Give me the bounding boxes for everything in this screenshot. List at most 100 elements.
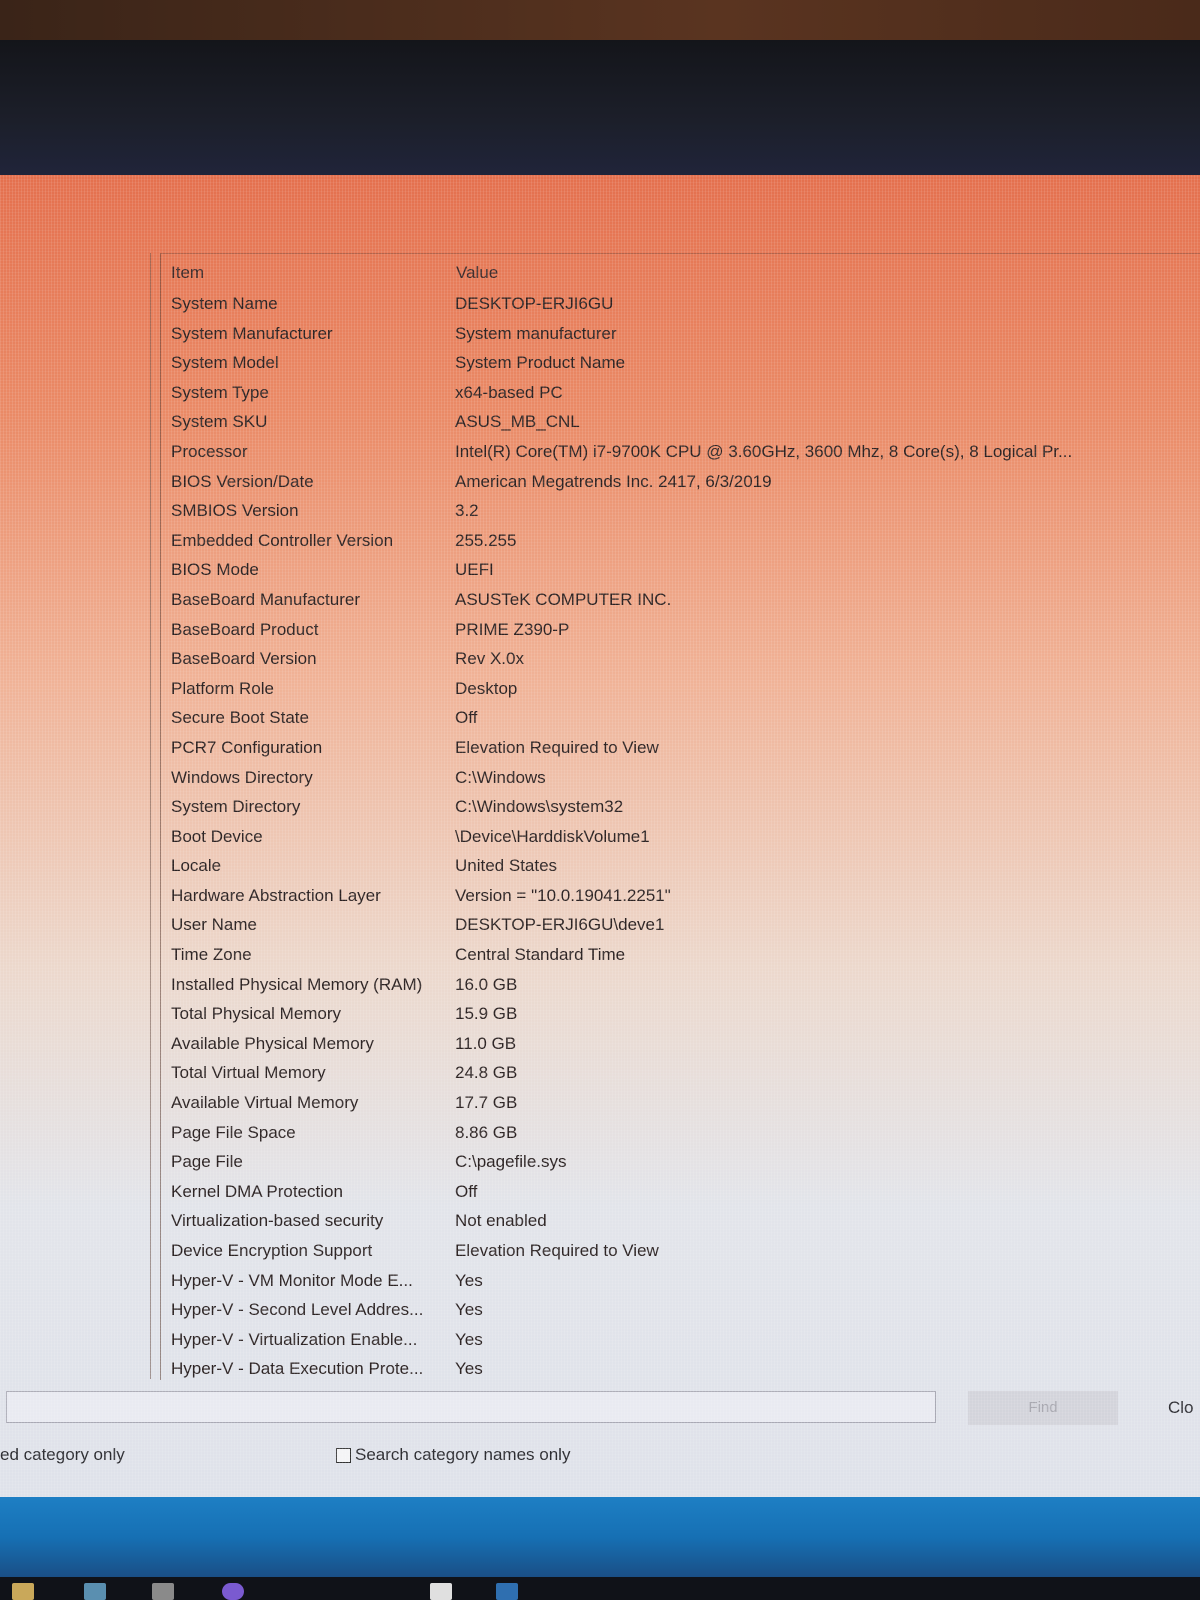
row-value: 16.0 GB [455,974,518,994]
row-value: Version = "10.0.19041.2251" [455,885,671,905]
row-item-label: Embedded Controller Version [171,530,394,550]
table-row[interactable]: Hyper-V - Second Level Addres... Yes [161,1295,1200,1325]
row-item-label: System SKU [171,412,268,432]
table-row[interactable]: BaseBoard Version Rev X.0x [161,644,1200,674]
table-row[interactable]: Virtualization-based security Not enabled [161,1206,1200,1236]
table-row[interactable]: Device Encryption Support Elevation Requi… [161,1236,1200,1266]
table-row[interactable]: Embedded Controller Version 255.255 [161,526,1200,556]
details-list-view[interactable]: Item Value System Name DESKTOP-ERJI6GU Sys… [160,253,1200,1380]
row-value: \Device\HarddiskVolume1 [455,826,650,846]
search-category-names-option[interactable]: Search category names only [336,1445,570,1465]
row-value: Elevation Required to View [455,1241,659,1260]
search-category-names-checkbox[interactable] [336,1447,351,1463]
find-what-input[interactable] [6,1391,936,1423]
row-item-label: Time Zone [171,945,252,965]
table-row[interactable]: BaseBoard Product PRIME Z390-P [161,615,1200,645]
table-row[interactable]: Hyper-V - Virtualization Enable... Yes [161,1325,1200,1355]
row-item-label: Platform Role [171,678,274,698]
table-row[interactable]: Secure Boot State Off [161,703,1200,733]
find-button[interactable]: Find [968,1391,1118,1425]
row-value: System manufacturer [455,323,617,343]
row-value: 24.8 GB [455,1063,518,1083]
row-item-label: Page File [171,1152,243,1172]
row-item-label: Hyper-V - VM Monitor Mode E... [171,1270,413,1290]
row-item-label: Secure Boot State [171,708,309,728]
table-row[interactable]: System Model System Product Name [161,348,1200,378]
table-row[interactable]: Page File C:\pagefile.sys [161,1147,1200,1177]
table-row[interactable]: Platform Role Desktop [161,674,1200,704]
table-row[interactable]: SMBIOS Version 3.2 [161,496,1200,526]
table-row[interactable]: BIOS Mode UEFI [161,555,1200,585]
row-value: United States [455,856,558,876]
table-row[interactable]: Boot Device \Device\HarddiskVolume1 [161,822,1200,852]
table-row[interactable]: Installed Physical Memory (RAM) 16.0 GB [161,970,1200,1000]
table-row[interactable]: Total Physical Memory 15.9 GB [161,999,1200,1029]
window-titlebar [0,175,1200,247]
row-item-label: Hyper-V - Virtualization Enable... [171,1329,418,1349]
table-row[interactable]: User Name DESKTOP-ERJI6GU\deve1 [161,910,1200,940]
category-tree-pane[interactable] [0,253,151,1379]
row-value: 255.255 [455,530,517,550]
row-value: 8.86 GB [455,1122,518,1142]
row-value: Rev X.0x [455,649,524,669]
system-information-window: Item Value System Name DESKTOP-ERJI6GU Sys… [0,175,1200,1497]
system-info-taskbar-icon[interactable] [430,1583,452,1600]
row-value: Not enabled [455,1211,547,1231]
row-item-label: System Type [171,382,269,402]
column-header-item[interactable]: Item [171,260,204,286]
row-value: Yes [455,1329,483,1349]
table-row[interactable]: Page File Space 8.86 GB [161,1118,1200,1148]
details-rows: System Name DESKTOP-ERJI6GU System Manufac… [161,289,1200,1384]
table-row[interactable]: Windows Directory C:\Windows [161,763,1200,793]
row-value: DESKTOP-ERJI6GU [455,294,614,313]
app-icon[interactable] [496,1583,518,1600]
table-row[interactable]: Available Virtual Memory 17.7 GB [161,1088,1200,1118]
row-item-label: Windows Directory [171,767,313,787]
row-item-label: BaseBoard Version [171,649,317,669]
row-value: American Megatrends Inc. 2417, 6/3/2019 [455,471,772,491]
table-row[interactable]: Kernel DMA Protection Off [161,1177,1200,1207]
row-value: Intel(R) Core(TM) i7-9700K CPU @ 3.60GHz… [455,441,1073,461]
row-value: DESKTOP-ERJI6GU\deve1 [455,915,665,935]
row-item-label: System Name [171,294,278,313]
table-row[interactable]: System Type x64-based PC [161,378,1200,408]
row-value: ASUS_MB_CNL [455,412,580,432]
row-item-label: BaseBoard Manufacturer [171,589,360,609]
row-item-label: System Directory [171,797,301,817]
row-value: Central Standard Time [455,945,626,965]
table-row[interactable]: Available Physical Memory 11.0 GB [161,1029,1200,1059]
file-explorer-icon[interactable] [12,1583,34,1600]
column-header-value[interactable]: Value [456,260,498,286]
row-item-label: BaseBoard Product [171,619,319,639]
table-row[interactable]: BaseBoard Manufacturer ASUSTeK COMPUTER I… [161,585,1200,615]
table-row[interactable]: Processor Intel(R) Core(TM) i7-9700K CPU … [161,437,1200,467]
table-row[interactable]: System Manufacturer System manufacturer [161,319,1200,349]
app-icon[interactable] [222,1583,244,1600]
table-row[interactable]: Time Zone Central Standard Time [161,940,1200,970]
row-value: Yes [455,1270,483,1290]
table-row[interactable]: Locale United States [161,851,1200,881]
close-find-button[interactable]: Clo [1168,1391,1200,1425]
row-item-label: Processor [171,441,248,461]
row-item-label: Hardware Abstraction Layer [171,885,381,905]
table-row[interactable]: System Name DESKTOP-ERJI6GU [161,289,1200,319]
app-icon[interactable] [84,1583,106,1600]
table-row[interactable]: Hyper-V - VM Monitor Mode E... Yes [161,1266,1200,1296]
row-item-label: BIOS Mode [171,560,259,580]
table-row[interactable]: System SKU ASUS_MB_CNL [161,407,1200,437]
table-row[interactable]: BIOS Version/Date American Megatrends Inc… [161,467,1200,497]
row-value: C:\Windows\system32 [455,797,624,817]
table-row[interactable]: Hardware Abstraction Layer Version = "10.… [161,881,1200,911]
row-value: Off [455,708,478,728]
row-value: x64-based PC [455,382,563,402]
table-row[interactable]: Total Virtual Memory 24.8 GB [161,1058,1200,1088]
row-value: 3.2 [455,501,479,521]
row-item-label: Total Physical Memory [171,1004,342,1024]
table-row[interactable]: System Directory C:\Windows\system32 [161,792,1200,822]
row-item-label: Total Virtual Memory [171,1063,326,1083]
table-row[interactable]: PCR7 Configuration Elevation Required to … [161,733,1200,763]
row-value: Elevation Required to View [455,737,659,757]
search-selected-category-option[interactable]: ed category only [0,1445,125,1465]
folder-icon[interactable] [152,1583,174,1600]
row-value: C:\pagefile.sys [455,1152,567,1172]
